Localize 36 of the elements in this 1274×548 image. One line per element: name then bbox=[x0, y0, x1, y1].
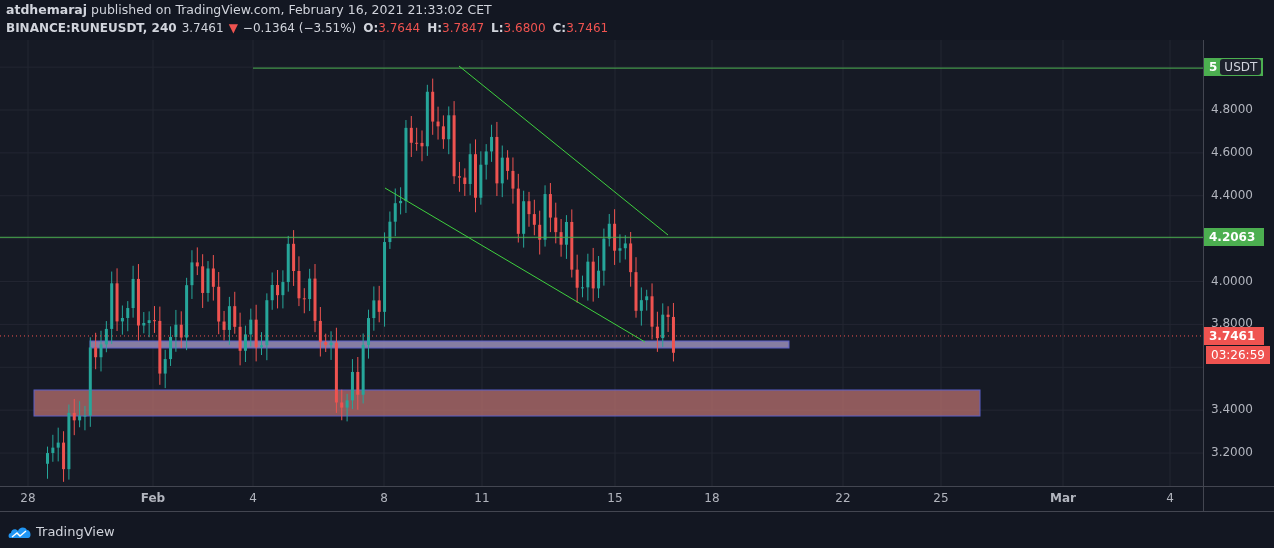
price-tick: 4.4000 bbox=[1211, 187, 1253, 202]
last-price: 3.7461 bbox=[181, 20, 224, 37]
date-label: 4 bbox=[1166, 491, 1174, 505]
date-label: 18 bbox=[704, 491, 720, 505]
currency-label: USDT bbox=[1220, 59, 1262, 76]
brand-name: TradingView bbox=[36, 524, 115, 539]
date-label: 8 bbox=[380, 491, 388, 505]
price-tick: 4.0000 bbox=[1211, 273, 1253, 288]
ohlc-value: 3.6800 bbox=[503, 20, 546, 37]
ohlc-value: 3.7644 bbox=[378, 20, 421, 37]
price-tick: 3.2000 bbox=[1211, 445, 1253, 460]
date-label: 28 bbox=[20, 491, 36, 505]
price-badge: 4.2063 bbox=[1204, 228, 1264, 247]
price-tick: 4.6000 bbox=[1211, 144, 1253, 159]
date-label: 4 bbox=[249, 491, 257, 505]
date-label: Mar bbox=[1050, 491, 1076, 505]
ohlc-value: 3.7461 bbox=[566, 20, 609, 37]
countdown-badge: 03:26:59 bbox=[1206, 345, 1270, 364]
date-label: 25 bbox=[933, 491, 949, 505]
ohlc-label: O: bbox=[363, 20, 379, 37]
date-label: 22 bbox=[835, 491, 851, 505]
change-arrow: ▼ bbox=[228, 20, 238, 37]
price-text: 5 bbox=[1209, 59, 1218, 77]
date-label: 15 bbox=[607, 491, 623, 505]
date-label: 11 bbox=[474, 491, 490, 505]
publish-info: atdhemaraj published on TradingView.com, February 16, 2021 21:33:02 CET bbox=[6, 1, 493, 19]
price-tick: 3.4000 bbox=[1211, 402, 1253, 417]
price-badge: 3.7461 bbox=[1204, 326, 1264, 345]
price-change: −0.1364 (−3.51%) bbox=[242, 20, 357, 37]
symbol-label: BINANCE:RUNEUSDT, 240 bbox=[6, 20, 177, 37]
date-label: Feb bbox=[140, 491, 166, 505]
ohlc-label: L: bbox=[491, 20, 504, 37]
ohlc-value: 3.7847 bbox=[442, 20, 485, 37]
price-tick: 4.8000 bbox=[1211, 102, 1253, 116]
ohlc-label: H: bbox=[427, 20, 443, 37]
ohlc-label: C: bbox=[552, 20, 567, 37]
